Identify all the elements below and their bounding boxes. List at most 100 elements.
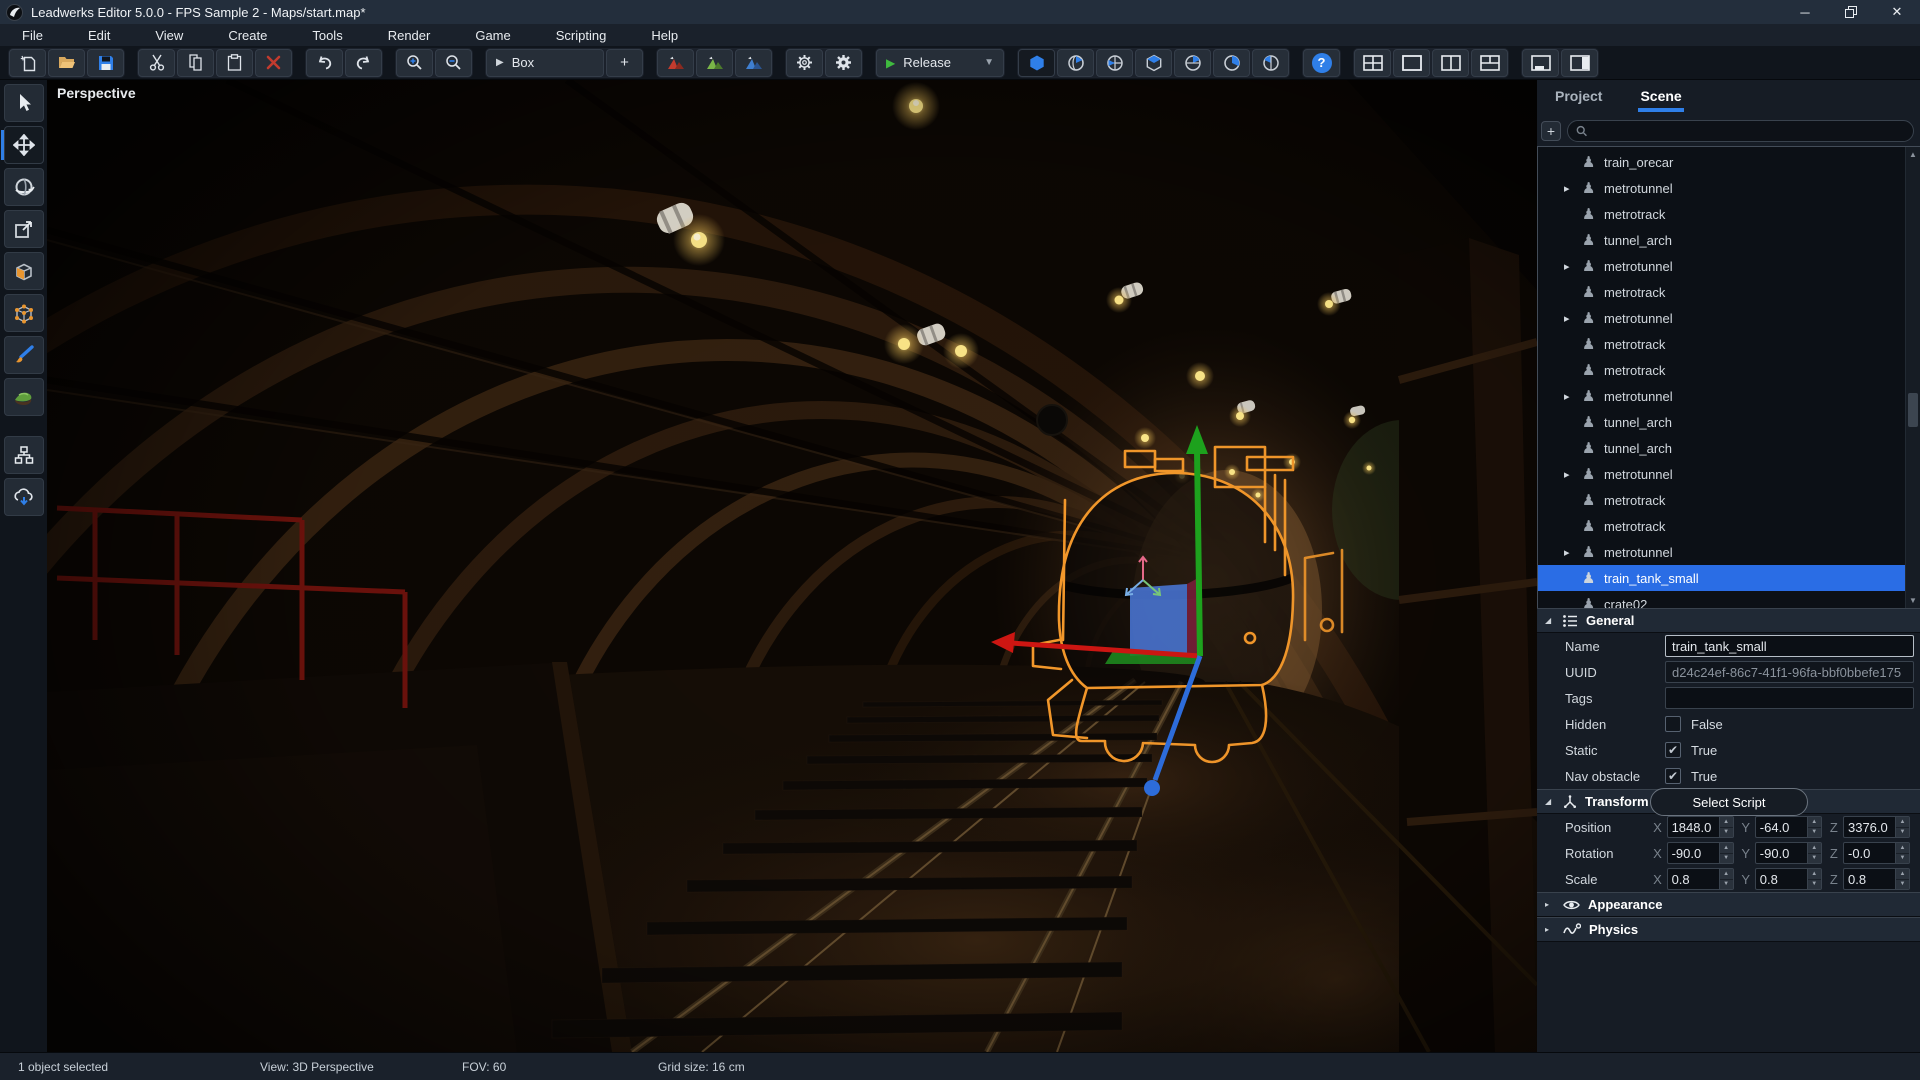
open-project-button[interactable]: [48, 49, 85, 77]
position-x-field[interactable]: ▲▼: [1667, 816, 1734, 838]
select-tool-button[interactable]: [4, 84, 44, 122]
cloud-download-button[interactable]: [4, 478, 44, 516]
tree-item-tunnel_arch[interactable]: ♟tunnel_arch: [1538, 227, 1905, 253]
scale-z-field[interactable]: ▲▼: [1843, 868, 1910, 890]
expand-caret-icon[interactable]: ▸: [1564, 468, 1582, 481]
add-primitive-button[interactable]: +: [606, 49, 643, 77]
tree-item-metrotrack[interactable]: ♟metrotrack: [1538, 513, 1905, 539]
spinner[interactable]: ▲▼: [1719, 817, 1733, 837]
checkbox[interactable]: ✔: [1665, 742, 1681, 758]
render-mode-1-button[interactable]: [1057, 49, 1094, 77]
expand-caret-icon[interactable]: ▸: [1564, 312, 1582, 325]
expand-caret-icon[interactable]: ▸: [1564, 390, 1582, 403]
tree-item-metrotrack[interactable]: ♟metrotrack: [1538, 279, 1905, 305]
render-mode-6-button[interactable]: [1252, 49, 1289, 77]
scroll-thumb[interactable]: [1908, 393, 1918, 427]
add-entity-button[interactable]: +: [1541, 121, 1561, 141]
close-button[interactable]: ✕: [1874, 0, 1920, 24]
tree-item-train_tank_small[interactable]: ♟train_tank_small: [1538, 565, 1905, 591]
settings-button[interactable]: [825, 49, 862, 77]
layout-single-button[interactable]: [1393, 49, 1430, 77]
menu-game[interactable]: Game: [457, 28, 537, 43]
tab-scene[interactable]: Scene: [1640, 88, 1681, 108]
cut-button[interactable]: [138, 49, 175, 77]
primitive-dropdown[interactable]: ▶ Box: [486, 49, 604, 77]
minimize-button[interactable]: ─: [1782, 0, 1828, 24]
tree-item-tunnel_arch[interactable]: ♟tunnel_arch: [1538, 435, 1905, 461]
toggle-right-panel-button[interactable]: [1561, 49, 1598, 77]
menu-help[interactable]: Help: [633, 28, 705, 43]
menu-view[interactable]: View: [137, 28, 210, 43]
search-input[interactable]: [1593, 124, 1913, 138]
tab-project[interactable]: Project: [1555, 88, 1602, 108]
move-tool-button[interactable]: [4, 126, 44, 164]
render-mode-3-button[interactable]: [1135, 49, 1172, 77]
menu-file[interactable]: File: [4, 28, 70, 43]
spinner[interactable]: ▲▼: [1895, 869, 1909, 889]
menu-render[interactable]: Render: [370, 28, 458, 43]
checkbox[interactable]: [1665, 716, 1681, 732]
position-z-field[interactable]: ▲▼: [1843, 816, 1910, 838]
layout-quad-button[interactable]: [1354, 49, 1391, 77]
spinner[interactable]: ▲▼: [1807, 817, 1821, 837]
tree-item-metrotunnel[interactable]: ▸♟metrotunnel: [1538, 305, 1905, 331]
expand-caret-icon[interactable]: ▸: [1564, 260, 1582, 273]
menu-scripting[interactable]: Scripting: [538, 28, 634, 43]
tree-item-metrotunnel[interactable]: ▸♟metrotunnel: [1538, 383, 1905, 409]
zoom-in-button[interactable]: [396, 49, 433, 77]
spinner[interactable]: ▲▼: [1807, 843, 1821, 863]
render-mode-5-button[interactable]: [1213, 49, 1250, 77]
terrain-raise-button[interactable]: [657, 49, 694, 77]
scale-tool-button[interactable]: [4, 210, 44, 248]
tree-item-metrotrack[interactable]: ♟metrotrack: [1538, 201, 1905, 227]
render-mode-solid-button[interactable]: [1018, 49, 1055, 77]
hierarchy-tool-button[interactable]: [4, 436, 44, 474]
tree-item-metrotrack[interactable]: ♟metrotrack: [1538, 331, 1905, 357]
scroll-down-icon[interactable]: ▼: [1906, 593, 1920, 608]
menu-edit[interactable]: Edit: [70, 28, 137, 43]
rotation-y-field[interactable]: ▲▼: [1755, 842, 1822, 864]
save-button[interactable]: [87, 49, 124, 77]
position-y-field[interactable]: ▲▼: [1755, 816, 1822, 838]
face-edit-tool-button[interactable]: [4, 252, 44, 290]
menu-tools[interactable]: Tools: [294, 28, 369, 43]
tree-item-metrotrack[interactable]: ♟metrotrack: [1538, 357, 1905, 383]
tags-field[interactable]: [1665, 687, 1914, 709]
viewport-3d[interactable]: Perspective: [47, 80, 1537, 1052]
vertex-edit-tool-button[interactable]: [4, 294, 44, 332]
terrain-paint-button[interactable]: [696, 49, 733, 77]
scale-x-field[interactable]: ▲▼: [1667, 868, 1734, 890]
run-config-dropdown[interactable]: ▶ Release ▼: [876, 49, 1004, 77]
section-appearance[interactable]: ▸ Appearance: [1537, 892, 1920, 917]
new-file-button[interactable]: [9, 49, 46, 77]
name-field[interactable]: [1665, 635, 1914, 657]
tree-item-metrotunnel[interactable]: ▸♟metrotunnel: [1538, 175, 1905, 201]
section-general[interactable]: ◢ General: [1537, 608, 1920, 633]
select-script-button[interactable]: Select Script: [1650, 788, 1808, 816]
restore-button[interactable]: [1828, 0, 1874, 24]
checkbox[interactable]: ✔: [1665, 768, 1681, 784]
tree-item-crate02[interactable]: ♟crate02: [1538, 591, 1905, 608]
paste-button[interactable]: [216, 49, 253, 77]
redo-button[interactable]: [345, 49, 382, 77]
tree-item-train_orecar[interactable]: ♟train_orecar: [1538, 149, 1905, 175]
render-mode-4-button[interactable]: [1174, 49, 1211, 77]
expand-caret-icon[interactable]: ▸: [1564, 182, 1582, 195]
zoom-out-button[interactable]: [435, 49, 472, 77]
render-mode-2-button[interactable]: [1096, 49, 1133, 77]
spinner[interactable]: ▲▼: [1895, 817, 1909, 837]
undo-button[interactable]: [306, 49, 343, 77]
tree-scrollbar[interactable]: ▲ ▼: [1905, 147, 1920, 608]
tree-item-metrotunnel[interactable]: ▸♟metrotunnel: [1538, 539, 1905, 565]
scale-y-field[interactable]: ▲▼: [1755, 868, 1822, 890]
tree-item-metrotunnel[interactable]: ▸♟metrotunnel: [1538, 253, 1905, 279]
rotation-z-field[interactable]: ▲▼: [1843, 842, 1910, 864]
spinner[interactable]: ▲▼: [1719, 869, 1733, 889]
delete-button[interactable]: [255, 49, 292, 77]
world-settings-button[interactable]: [786, 49, 823, 77]
layout-columns-button[interactable]: [1432, 49, 1469, 77]
tree-item-metrotunnel[interactable]: ▸♟metrotunnel: [1538, 461, 1905, 487]
section-physics[interactable]: ▸ Physics: [1537, 917, 1920, 942]
terrain-tool-button[interactable]: [4, 378, 44, 416]
terrain-sculpt-button[interactable]: [735, 49, 772, 77]
